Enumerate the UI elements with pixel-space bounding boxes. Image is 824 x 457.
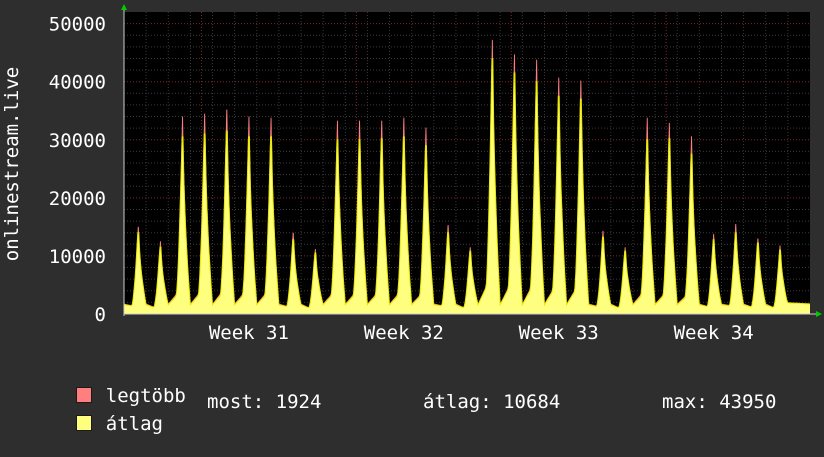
y-axis-arrow (121, 4, 127, 10)
y-tick-label: 10000 (49, 246, 106, 268)
x-axis-arrow (816, 311, 822, 317)
y-tick-label: 20000 (49, 188, 106, 210)
y-tick-label: 40000 (49, 72, 106, 94)
legend-avg: átlag (30, 391, 163, 457)
legend-avg-label: átlag (105, 413, 163, 435)
y-tick-label: 30000 (49, 130, 106, 152)
legend-avg-swatch (75, 415, 92, 431)
y-axis-label: onlinestream.live (1, 67, 23, 261)
stat-average: átlag: 10684 (423, 391, 561, 413)
y-tick-label: 0 (95, 304, 106, 326)
x-tick-label: Week 31 (209, 322, 289, 344)
stat-current: most: 1924 (207, 391, 322, 413)
chart-root: 0 10000 20000 30000 40000 50000 Week 31 Week 32… (0, 0, 824, 435)
stat-maximum: max: 43950 (662, 391, 777, 413)
x-tick-label: Week 33 (519, 322, 599, 344)
x-tick-label: Week 34 (674, 322, 754, 344)
y-tick-label: 50000 (49, 14, 106, 36)
x-tick-label: Week 32 (364, 322, 444, 344)
